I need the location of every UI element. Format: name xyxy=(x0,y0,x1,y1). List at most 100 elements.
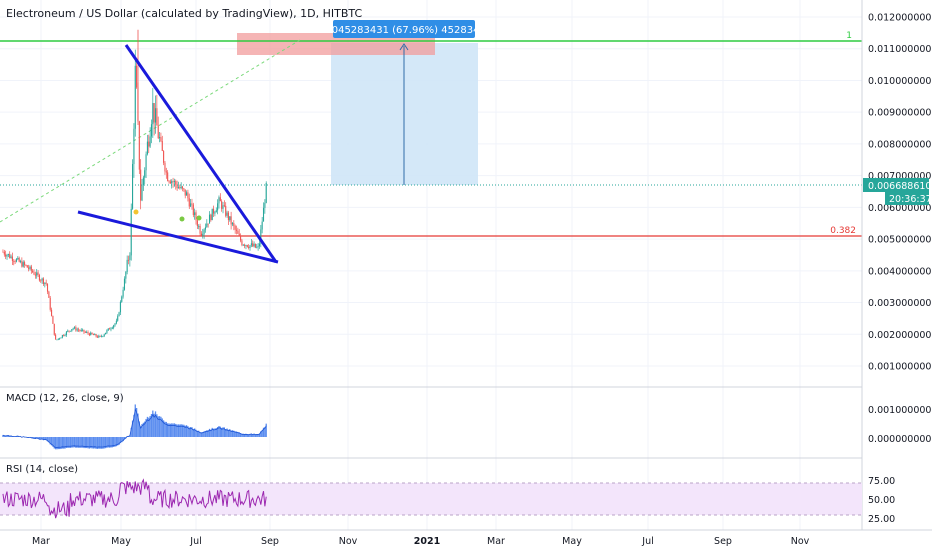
candle-body xyxy=(11,256,13,261)
candle-body xyxy=(29,266,31,269)
candle-body xyxy=(157,125,159,139)
candle-body xyxy=(17,257,19,260)
candle-body xyxy=(123,278,126,290)
candle-body xyxy=(132,164,134,209)
price-tick-label: 0.0020000000 xyxy=(868,330,932,341)
candle-body xyxy=(195,212,197,221)
price-tick-label: 0.0100000000 xyxy=(868,76,932,87)
candle-body xyxy=(56,339,58,341)
trading-chart[interactable]: Electroneum / US Dollar (calculated by T… xyxy=(0,0,932,550)
candle-body xyxy=(94,334,96,336)
candle-body xyxy=(171,181,173,184)
candle-body xyxy=(160,137,162,142)
candle-body xyxy=(24,262,26,265)
candle-body xyxy=(78,329,80,331)
candle-body xyxy=(264,202,266,208)
candle-body xyxy=(233,223,235,227)
candle-body xyxy=(118,312,120,317)
time-tick-label: Mar xyxy=(32,536,50,547)
candle-body xyxy=(181,186,184,189)
candle-body xyxy=(144,170,146,178)
price-tick-label: 0.0030000000 xyxy=(868,298,932,309)
candle-body xyxy=(234,226,236,230)
candle-body xyxy=(183,188,185,190)
candle-body xyxy=(129,255,131,260)
candle-body xyxy=(187,192,189,199)
candle-body xyxy=(75,327,77,331)
candle-body xyxy=(167,172,169,181)
macd-label: MACD (12, 26, close, 9) xyxy=(6,393,124,404)
candle-body xyxy=(83,329,85,333)
candle-body xyxy=(184,189,186,196)
candle-body xyxy=(82,329,84,331)
candle-body xyxy=(200,233,202,236)
candle-body xyxy=(55,334,57,340)
candle-body xyxy=(199,225,201,234)
candle-body xyxy=(60,337,62,339)
candle-body xyxy=(244,244,246,246)
time-tick-label: Mar xyxy=(487,536,505,547)
candle-body xyxy=(22,262,24,267)
candle-body xyxy=(262,207,265,222)
candle-body xyxy=(133,128,135,165)
candle-body xyxy=(142,177,144,186)
candle-body xyxy=(192,204,194,215)
candle-body xyxy=(21,261,23,267)
candle-body xyxy=(261,221,263,230)
time-tick-label: Sep xyxy=(261,536,279,547)
time-tick-label: Jul xyxy=(641,536,653,547)
candle-body xyxy=(110,328,112,330)
candle-body xyxy=(204,227,207,230)
candle-body xyxy=(100,336,103,338)
candle-body xyxy=(125,271,127,279)
candle-body xyxy=(226,212,228,216)
candle-body xyxy=(140,169,142,201)
candle-body xyxy=(149,136,151,147)
candle-body xyxy=(87,332,89,334)
candle-body xyxy=(15,259,18,262)
candle-body xyxy=(61,335,63,338)
candle-body xyxy=(90,332,92,336)
candle-body xyxy=(231,223,234,225)
candle-body xyxy=(79,330,81,331)
candle-body xyxy=(248,246,250,248)
time-tick-label: May xyxy=(562,536,582,547)
time-tick-label: 2021 xyxy=(414,536,440,547)
candle-body xyxy=(64,335,66,336)
candle-body xyxy=(88,333,90,336)
candle-body xyxy=(246,245,248,247)
current-price-value: 0.0066886104 xyxy=(868,181,932,192)
candle-body xyxy=(213,208,215,214)
candle-body xyxy=(80,330,82,331)
candle-body xyxy=(91,332,93,335)
candle-body xyxy=(49,297,51,310)
candle-body xyxy=(136,65,138,88)
price-tick-label: 0.0080000000 xyxy=(868,139,932,150)
candle-body xyxy=(253,243,255,247)
candle-body xyxy=(176,184,178,189)
candle-body xyxy=(103,334,105,337)
candle-body xyxy=(127,259,130,261)
candle-body xyxy=(194,212,196,215)
price-tick-label: 0.0120000000 xyxy=(868,13,932,24)
candle-body xyxy=(13,260,15,262)
indicator-tick-label: 75.00 xyxy=(868,476,895,487)
candle-body xyxy=(106,330,108,333)
rsi-band xyxy=(0,483,862,515)
candle-body xyxy=(164,162,166,172)
candle-body xyxy=(69,330,72,332)
candle-body xyxy=(28,267,30,269)
candle-body xyxy=(9,254,11,258)
candle-body xyxy=(238,233,240,236)
candle-body xyxy=(208,214,211,224)
fib-level-382-label: 0.382 xyxy=(830,226,856,236)
candle-body xyxy=(173,181,175,183)
candle-body xyxy=(150,124,153,137)
indicator-tick-label: 0.0000000000 xyxy=(868,434,932,445)
candle-body xyxy=(126,259,128,272)
candle-body xyxy=(38,274,40,281)
candle-body xyxy=(152,103,154,125)
time-tick-label: May xyxy=(111,536,131,547)
price-tick-label: 0.0110000000 xyxy=(868,44,932,55)
candle-body xyxy=(52,315,54,324)
